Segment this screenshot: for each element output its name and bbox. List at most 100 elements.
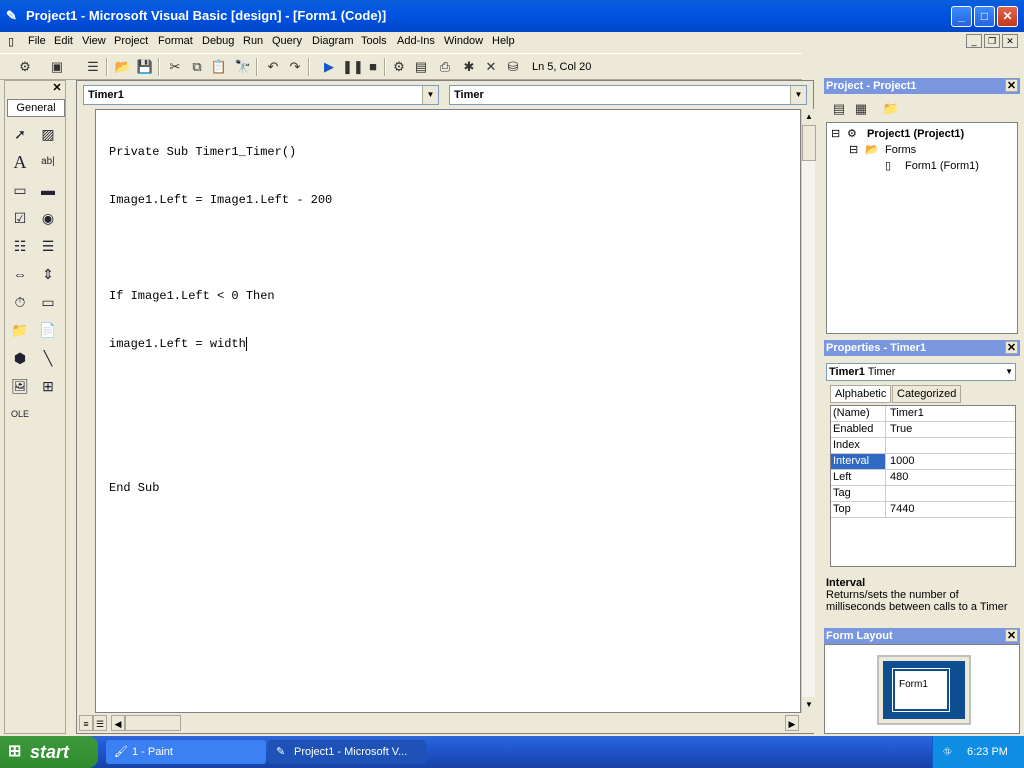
find-icon[interactable]: 🔭 (234, 58, 252, 76)
menu-format[interactable]: Format (158, 35, 193, 47)
tree-expander-icon[interactable]: ⊟ (831, 127, 840, 140)
timer-icon[interactable]: ⏱ (9, 291, 31, 313)
property-row[interactable]: Index (831, 438, 1015, 454)
close-button[interactable]: ✕ (997, 6, 1018, 27)
close-icon[interactable]: ✕ (51, 82, 63, 94)
property-value[interactable]: 1000 (888, 454, 1015, 469)
chevron-down-icon[interactable]: ▼ (422, 86, 438, 104)
start-icon[interactable]: ▶ (320, 58, 338, 76)
view-code-icon[interactable]: ▤ (830, 100, 848, 118)
redo-icon[interactable]: ↷ (286, 58, 304, 76)
form-preview[interactable]: Form1 (892, 668, 950, 712)
break-icon[interactable]: ❚❚ (342, 58, 364, 76)
procedure-view-icon[interactable]: ≡ (79, 715, 93, 731)
vscrollbar-icon[interactable]: ⇕ (37, 263, 59, 285)
copy-icon[interactable]: ⧉ (188, 58, 206, 76)
hscrollbar-icon[interactable]: ⇔ (9, 263, 31, 285)
full-module-view-icon[interactable]: ☰ (93, 715, 107, 731)
form-layout-icon[interactable]: ⎙ (436, 58, 454, 76)
scroll-down-icon[interactable]: ▼ (802, 697, 816, 713)
menu-tools[interactable]: Tools (361, 35, 387, 47)
open-folder-icon[interactable]: 📂 (114, 58, 132, 76)
view-object-icon[interactable]: ▦ (852, 100, 870, 118)
image-icon[interactable]: 🖼 (9, 375, 31, 397)
minimize-button[interactable]: _ (951, 6, 972, 27)
toolbox-general-tab[interactable]: General (7, 99, 65, 117)
add-project-icon[interactable]: ⚙ (16, 58, 34, 76)
undo-icon[interactable]: ↶ (264, 58, 282, 76)
tab-alphabetic[interactable]: Alphabetic (830, 385, 892, 403)
pointer-icon[interactable]: ➚ (9, 123, 31, 145)
property-value[interactable]: 7440 (888, 502, 1015, 517)
start-button[interactable]: ⊞ start (0, 736, 98, 768)
textbox-icon[interactable]: ab| (37, 151, 59, 173)
menu-project[interactable]: Project (114, 35, 148, 47)
property-value[interactable]: 480 (888, 470, 1015, 485)
paste-icon[interactable]: 📋 (210, 58, 228, 76)
vertical-scrollbar[interactable]: ▲ ▼ (801, 109, 816, 713)
menu-editor-icon[interactable]: ☰ (84, 58, 102, 76)
menu-diagram[interactable]: Diagram (312, 35, 354, 47)
object-selector[interactable]: Timer1 Timer ▼ (826, 363, 1016, 381)
clock[interactable]: 6:23 PM (967, 736, 1008, 768)
ole-icon[interactable]: OLE (9, 403, 31, 425)
document-icon[interactable]: ▯ (8, 35, 14, 48)
data-view-icon[interactable]: ⛁ (504, 58, 522, 76)
object-browser-icon[interactable]: ✱ (460, 58, 478, 76)
tree-project-root[interactable]: Project1 (Project1) (867, 128, 964, 140)
horizontal-scroll-thumb[interactable] (125, 715, 181, 731)
frame-icon[interactable]: ▭ (9, 179, 31, 201)
toggle-folders-icon[interactable]: 📁 (882, 100, 900, 118)
toolbox-icon[interactable]: ✕ (482, 58, 500, 76)
object-combo[interactable]: Timer1 ▼ (83, 85, 439, 105)
properties-window-icon[interactable]: ▤ (412, 58, 430, 76)
scroll-right-icon[interactable]: ▶ (785, 715, 799, 731)
add-form-icon[interactable]: ▣ (48, 58, 66, 76)
property-row[interactable]: Enabled True (831, 422, 1015, 438)
shape-icon[interactable]: ⬢ (9, 347, 31, 369)
listbox-icon[interactable]: ☰ (37, 235, 59, 257)
line-icon[interactable]: ╲ (37, 347, 59, 369)
scroll-thumb[interactable] (802, 125, 816, 161)
close-icon[interactable]: ✕ (1005, 79, 1018, 92)
commandbutton-icon[interactable]: ▬ (37, 179, 59, 201)
mdi-minimize-button[interactable]: _ (966, 34, 982, 48)
picturebox-icon[interactable]: ▨ (37, 123, 59, 145)
scroll-left-icon[interactable]: ◀ (111, 715, 125, 731)
menu-debug[interactable]: Debug (202, 35, 234, 47)
tree-forms-folder[interactable]: Forms (885, 144, 916, 156)
property-value[interactable] (888, 486, 1015, 501)
end-icon[interactable]: ■ (364, 58, 382, 76)
property-row[interactable]: Top 7440 (831, 502, 1015, 518)
menu-window[interactable]: Window (444, 35, 483, 47)
checkbox-icon[interactable]: ☑ (9, 207, 31, 229)
menu-help[interactable]: Help (492, 35, 515, 47)
chevron-down-icon[interactable]: ▼ (790, 86, 806, 104)
task-visual-basic[interactable]: ✎ Project1 - Microsoft V... (268, 740, 426, 764)
scroll-up-icon[interactable]: ▲ (802, 109, 816, 125)
property-value[interactable]: Timer1 (888, 406, 1015, 421)
network-icon[interactable]: ⛗ (943, 736, 952, 768)
menu-view[interactable]: View (82, 35, 106, 47)
menu-edit[interactable]: Edit (54, 35, 73, 47)
task-paint[interactable]: 🖌 1 - Paint (106, 740, 266, 764)
menu-query[interactable]: Query (272, 35, 302, 47)
property-row[interactable]: (Name) Timer1 (831, 406, 1015, 422)
close-icon[interactable]: ✕ (1005, 629, 1018, 642)
menu-file[interactable]: File (28, 35, 46, 47)
property-row[interactable]: Tag (831, 486, 1015, 502)
tree-expander-icon[interactable]: ⊟ (849, 143, 858, 156)
property-row-selected[interactable]: Interval 1000 (831, 454, 1015, 470)
code-editor[interactable]: Private Sub Timer1_Timer() Image1.Left =… (95, 109, 801, 713)
property-value[interactable]: True (888, 422, 1015, 437)
property-row[interactable]: Left 480 (831, 470, 1015, 486)
filelistbox-icon[interactable]: 📄 (37, 319, 59, 341)
project-explorer-icon[interactable]: ⚙ (390, 58, 408, 76)
chevron-down-icon[interactable]: ▼ (1005, 364, 1013, 380)
menu-run[interactable]: Run (243, 35, 263, 47)
mdi-close-button[interactable]: ✕ (1002, 34, 1018, 48)
combobox-icon[interactable]: ☷ (9, 235, 31, 257)
menu-add-ins[interactable]: Add-Ins (397, 35, 435, 47)
procedure-combo[interactable]: Timer ▼ (449, 85, 807, 105)
label-icon[interactable]: A (9, 151, 31, 173)
